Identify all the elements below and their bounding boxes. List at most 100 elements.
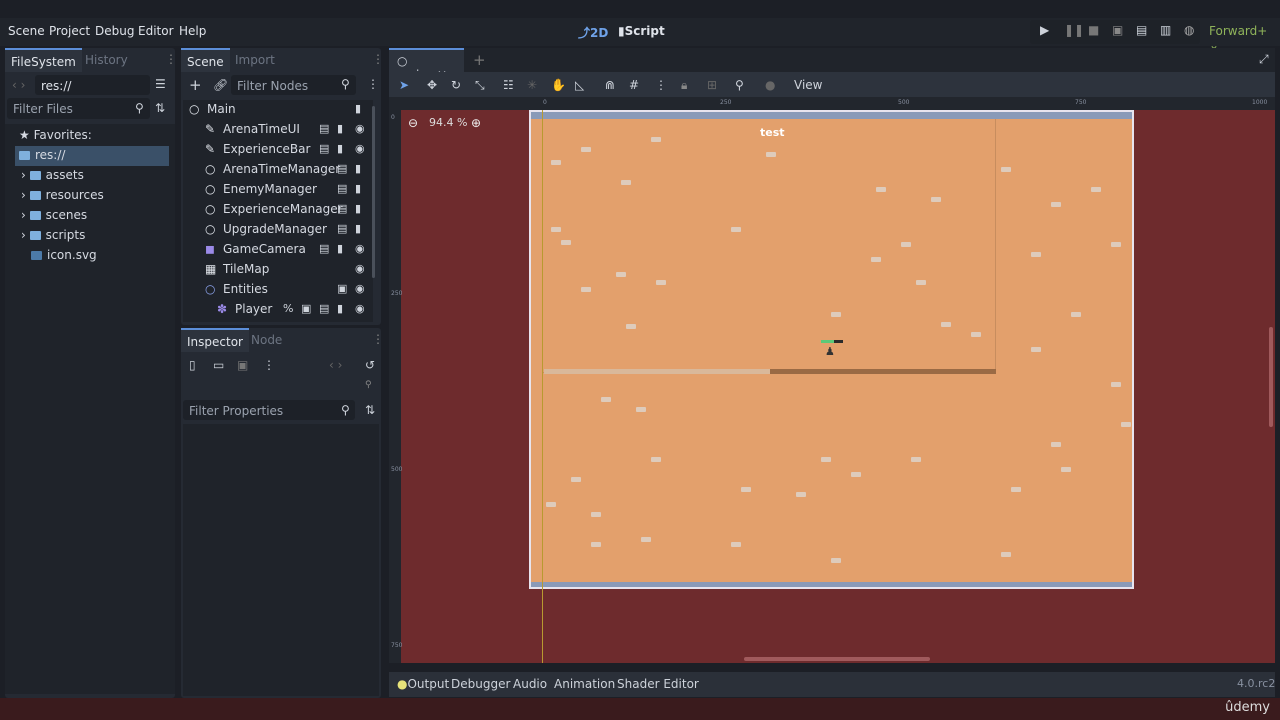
ruler-tool-icon[interactable]: ◺ — [575, 78, 584, 92]
fullscreen-icon[interactable]: ⤢ — [1259, 52, 1269, 67]
new-resource-icon[interactable]: ▯ — [189, 358, 196, 372]
list-select-icon[interactable]: ☷ — [503, 78, 514, 92]
menu-debug[interactable]: Debug — [95, 24, 134, 38]
pivot-icon[interactable]: ✳ — [527, 78, 537, 92]
tab-animation[interactable]: Animation — [554, 677, 615, 691]
tree-item-scenes[interactable]: › scenes — [21, 208, 87, 228]
pause-icon[interactable]: ❚❚ — [1064, 23, 1084, 37]
play-custom-scene-icon[interactable]: ▥ — [1160, 23, 1171, 37]
camera-override-icon[interactable]: ● — [765, 78, 775, 92]
dock-menu-icon[interactable]: ⋮ — [372, 52, 384, 66]
scene-node-arenatimemanager[interactable]: ○ ArenaTimeManager ▮ ▤ — [183, 162, 369, 182]
tree-item-res[interactable]: res:// — [15, 146, 169, 166]
scene-node-arenatimeui[interactable]: ✎ ArenaTimeUI ◉ ▮ ▤ — [183, 122, 369, 142]
visibility-icon[interactable]: ◉ — [355, 242, 365, 255]
smart-snap-icon[interactable]: ⋒ — [605, 78, 615, 92]
scene-instance-icon[interactable]: ▤ — [337, 162, 347, 175]
sort-icon[interactable]: ⇅ — [155, 101, 165, 115]
movie-maker-icon[interactable]: ◍ — [1184, 23, 1194, 37]
scene-instance-icon[interactable]: ▤ — [337, 222, 347, 235]
script-icon[interactable]: ▮ — [337, 242, 343, 255]
tree-item-resources[interactable]: › resources — [21, 188, 104, 208]
visibility-icon[interactable]: ◉ — [355, 302, 365, 315]
remote-debug-icon[interactable]: ▣ — [1112, 23, 1123, 37]
view-menu[interactable]: View — [794, 78, 822, 92]
scene-node-main[interactable]: ○ Main ▮ — [183, 102, 369, 122]
scene-node-upgrademanager[interactable]: ○ UpgradeManager ▮ ▤ — [183, 222, 369, 242]
open-folder-icon[interactable]: ▭ — [213, 358, 224, 372]
tree-item-icon-svg[interactable]: icon.svg — [31, 248, 97, 268]
tab-audio[interactable]: Audio — [513, 677, 547, 691]
more-icon[interactable]: ⋮ — [367, 77, 379, 91]
history-nav-icon[interactable]: ‹ › — [329, 358, 342, 372]
scene-node-tilemap[interactable]: ▦ TileMap ◉ — [183, 262, 369, 282]
zoom-out-icon[interactable]: ⊖ — [408, 116, 418, 130]
history-icon[interactable]: ↺ — [365, 358, 375, 372]
script-icon[interactable]: ▮ — [355, 222, 361, 235]
filter-properties-input[interactable]: Filter Properties — [183, 400, 355, 420]
zoom-level[interactable]: 94.4 % — [429, 116, 467, 129]
scrollbar[interactable] — [372, 106, 375, 278]
scene-node-enemymanager[interactable]: ○ EnemyManager ▮ ▤ — [183, 182, 369, 202]
tab-import[interactable]: Import — [229, 48, 281, 72]
grid-snap-icon[interactable]: # — [629, 78, 639, 92]
script-icon[interactable]: ▮ — [355, 202, 361, 215]
group-icon[interactable]: ▣ — [337, 282, 347, 295]
add-tab-icon[interactable]: + — [473, 51, 486, 69]
tab-history[interactable]: History — [79, 48, 134, 72]
rotate-tool-icon[interactable]: ↻ — [451, 78, 461, 92]
scene-tab-main[interactable]: ○ main✕ — [389, 48, 464, 82]
tab-node[interactable]: Node — [245, 328, 288, 352]
vertical-scrollbar[interactable] — [1269, 327, 1273, 427]
filter-nodes-input[interactable]: Filter Nodes — [231, 75, 356, 95]
script-icon[interactable]: ▮ — [355, 182, 361, 195]
menu-project[interactable]: Project — [49, 24, 90, 38]
select-tool-icon[interactable]: ➤ — [399, 78, 409, 92]
add-node-icon[interactable]: + — [189, 76, 202, 94]
visibility-icon[interactable]: ◉ — [355, 282, 365, 295]
script-icon[interactable]: ▮ — [355, 162, 361, 175]
scene-instance-icon[interactable]: ▤ — [337, 202, 347, 215]
split-mode-icon[interactable]: ☰ — [155, 77, 166, 91]
tab-scene[interactable]: Scene — [181, 48, 230, 72]
link-icon[interactable]: 🔗︎ — [213, 78, 228, 92]
favorites[interactable]: ★ Favorites: — [19, 128, 92, 148]
more-icon[interactable]: ⋮ — [263, 358, 275, 372]
more-icon[interactable]: ⋮ — [655, 78, 667, 92]
scene-node-entities[interactable]: ○ Entities ◉ ▣ — [183, 282, 369, 302]
unique-name-icon[interactable]: % — [283, 302, 293, 315]
workspace-2d[interactable]: ⤴2D — [578, 24, 608, 41]
visibility-icon[interactable]: ◉ — [355, 262, 365, 275]
visibility-icon[interactable]: ◉ — [355, 142, 365, 155]
canvas-viewport[interactable]: 0 250 500 750 1000 0 250 500 750 ⊖ 94.4 … — [389, 97, 1275, 663]
dock-menu-icon[interactable]: ⋮ — [372, 332, 384, 346]
play-icon[interactable]: ▶ — [1040, 23, 1049, 37]
horizontal-scrollbar[interactable] — [744, 657, 930, 661]
script-icon[interactable]: ▮ — [337, 302, 343, 315]
sort-icon[interactable]: ⇅ — [365, 403, 375, 417]
scene-instance-icon[interactable]: ▤ — [319, 242, 329, 255]
group-icon[interactable]: ⊞ — [707, 78, 717, 92]
scene-instance-icon[interactable]: ▤ — [337, 182, 347, 195]
tab-debugger[interactable]: Debugger — [451, 677, 510, 691]
script-icon[interactable]: ▮ — [337, 122, 343, 135]
dock-menu-icon[interactable]: ⋮ — [165, 52, 177, 66]
pan-tool-icon[interactable]: ✋ — [551, 78, 566, 92]
lock-icon[interactable]: 🔒︎ — [681, 78, 687, 93]
filter-files-input[interactable]: Filter Files — [7, 98, 150, 119]
bone-icon[interactable]: ⚲ — [735, 78, 744, 92]
scene-instance-icon[interactable]: ▤ — [319, 122, 329, 135]
scene-node-player[interactable]: ✽ Player ◉ ▮ ▤ ▣% — [183, 302, 369, 322]
scene-node-experiencebar[interactable]: ✎ ExperienceBar ◉ ▮ ▤ — [183, 142, 369, 162]
tree-item-scripts[interactable]: › scripts — [21, 228, 85, 248]
menu-help[interactable]: Help — [179, 24, 206, 38]
tree-item-assets[interactable]: › assets — [21, 168, 84, 188]
scene-node-gamecamera[interactable]: ◼ GameCamera ◉ ▮ ▤ — [183, 242, 369, 262]
visibility-icon[interactable]: ◉ — [355, 122, 365, 135]
scene-instance-icon[interactable]: ▤ — [319, 142, 329, 155]
menu-scene[interactable]: Scene — [8, 24, 45, 38]
stop-icon[interactable]: ■ — [1088, 23, 1099, 37]
scene-instance-icon[interactable]: ▤ — [319, 302, 329, 315]
group-icon[interactable]: ▣ — [301, 302, 311, 315]
zoom-in-icon[interactable]: ⊕ — [471, 116, 481, 130]
